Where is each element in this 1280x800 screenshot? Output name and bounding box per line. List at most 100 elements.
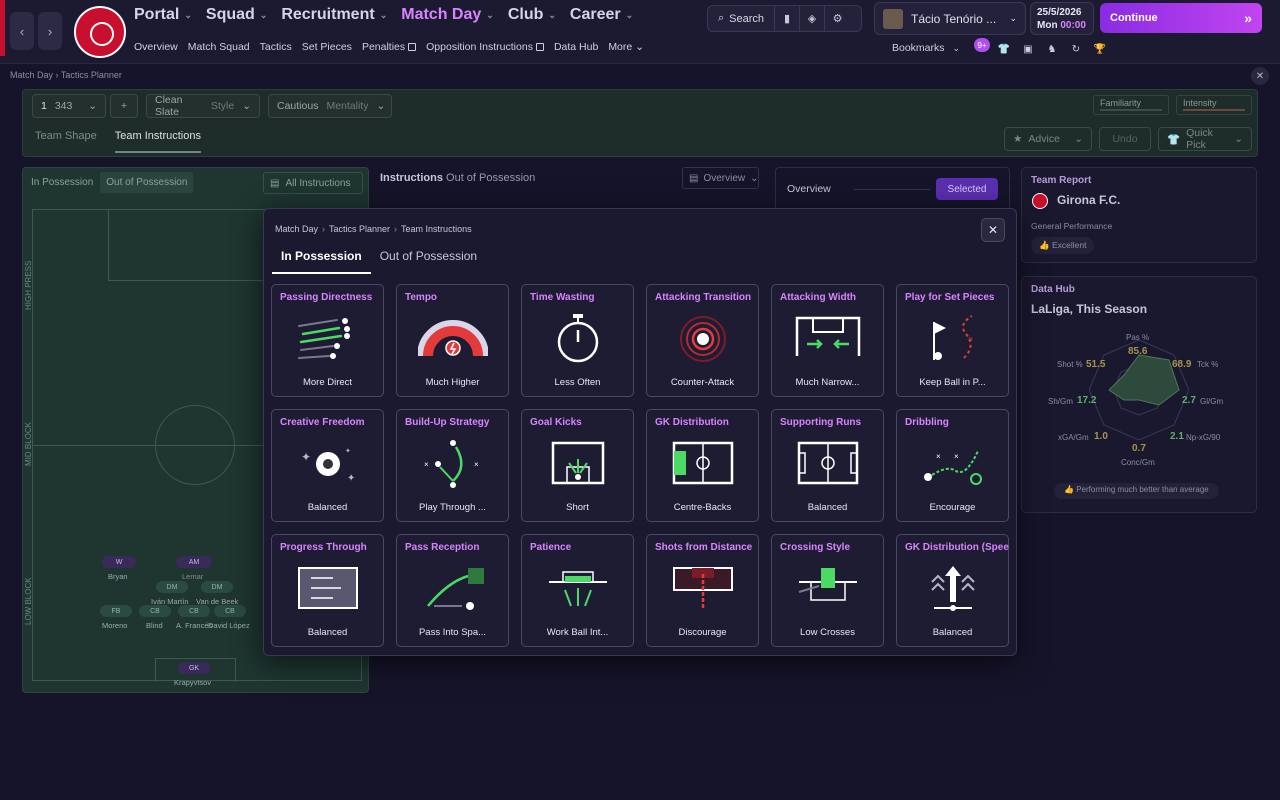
trophy-icon[interactable]: 🏆	[1091, 40, 1109, 58]
close-icon[interactable]: ✕	[1251, 67, 1269, 85]
all-instructions-button[interactable]: ▤ All Instructions	[263, 172, 363, 194]
subnav-data-hub[interactable]: Data Hub	[554, 41, 598, 53]
tab-team-shape[interactable]: Team Shape	[35, 130, 97, 153]
nav-match-day[interactable]: Match Day ⌄	[401, 6, 494, 24]
instruction-card[interactable]: Patience Work Ball Int...	[521, 534, 634, 647]
overview-select[interactable]: ▤ Overview ⌄	[682, 167, 759, 189]
instruction-card[interactable]: Build-Up Strategy × × Play Through ...	[396, 409, 509, 522]
player-position-badge[interactable]: W	[102, 556, 136, 568]
subnav-set-pieces[interactable]: Set Pieces	[302, 41, 352, 53]
subnav-tactics[interactable]: Tactics	[260, 41, 292, 53]
continue-button[interactable]: Continue »	[1100, 3, 1262, 33]
breadcrumb-tactics-planner[interactable]: Tactics Planner	[61, 70, 122, 80]
tab-in-possession[interactable]: In Possession	[28, 172, 96, 193]
stat-value: 2.1	[1170, 431, 1184, 442]
refresh-icon[interactable]: ↻	[1067, 40, 1085, 58]
instruction-card[interactable]: Creative Freedom ✦ ✦ ✦ Balanced	[271, 409, 384, 522]
instruction-card[interactable]: Attacking Transition Counter-Attack	[646, 284, 759, 397]
player-position-badge[interactable]: CB	[139, 605, 171, 617]
nav-club[interactable]: Club ⌄	[508, 6, 556, 24]
instruction-card[interactable]: Supporting Runs Balanced	[771, 409, 884, 522]
manager-profile-button[interactable]: Tácio Tenório ... ⌄	[874, 2, 1026, 35]
intensity-meter[interactable]: Intensity	[1176, 95, 1252, 115]
quick-pick-button[interactable]: 👕 Quick Pick ⌄	[1158, 127, 1252, 151]
player-position-badge[interactable]: CB	[214, 605, 246, 617]
selected-toggle[interactable]: Selected	[936, 178, 998, 200]
mentality-select[interactable]: Cautious Mentality ⌄	[268, 94, 392, 118]
shirt-icon[interactable]: 👕	[995, 40, 1013, 58]
modal-crumb-match-day[interactable]: Match Day	[275, 224, 318, 234]
search-button[interactable]: ⌕ Search	[708, 6, 776, 31]
tab-out-of-possession[interactable]: Out of Possession	[371, 249, 486, 274]
tactics-tabs: Team Shape Team Instructions	[35, 130, 201, 153]
external-link-icon	[408, 43, 417, 51]
instruction-card[interactable]: Time Wasting Less Often	[521, 284, 634, 397]
instruction-card[interactable]: Tempo Much Higher	[396, 284, 509, 397]
player-position-badge[interactable]: AM	[176, 556, 212, 568]
breadcrumb-match-day[interactable]: Match Day	[10, 70, 53, 80]
gear-icon[interactable]: ⚙	[825, 6, 850, 31]
nav-career[interactable]: Career ⌄	[570, 6, 633, 24]
instruction-card[interactable]: Progress Through Balanced	[271, 534, 384, 647]
stat-value: 17.2	[1077, 395, 1097, 406]
nav-recruitment[interactable]: Recruitment ⌄	[281, 6, 387, 24]
player-position-badge[interactable]: DM	[156, 581, 188, 593]
player-position-badge[interactable]: GK	[178, 662, 210, 674]
data-hub-footer: Performing much better than average	[1076, 485, 1209, 494]
forward-arrow-icon[interactable]: ›	[38, 12, 62, 50]
tab-out-of-possession[interactable]: Out of Possession	[100, 172, 194, 193]
instruction-card[interactable]: Crossing Style Low Crosses	[771, 534, 884, 647]
nav-portal[interactable]: Portal ⌄	[134, 6, 192, 24]
bookmarks-menu[interactable]: Bookmarks ⌄	[892, 42, 960, 54]
modal-crumb-tactics-planner[interactable]: Tactics Planner	[329, 224, 390, 234]
instruction-card-title: Goal Kicks	[530, 417, 582, 428]
subnav-overview[interactable]: Overview	[134, 41, 178, 53]
instruction-card[interactable]: Shots from Distance Discourage	[646, 534, 759, 647]
instruction-card-title: Build-Up Strategy	[405, 417, 490, 428]
instruction-card-title: Time Wasting	[530, 292, 595, 303]
tab-team-instructions[interactable]: Team Instructions	[114, 130, 201, 153]
subnav-more[interactable]: More ⌄	[608, 41, 644, 53]
style-select[interactable]: Clean Slate Style ⌄	[146, 94, 260, 118]
instruction-card[interactable]: Play for Set Pieces × Keep Ball in P...	[896, 284, 1009, 397]
player-position-badge[interactable]: FB	[100, 605, 132, 617]
mentality-label: Mentality	[326, 100, 369, 112]
staff-icon[interactable]: ♞	[1043, 40, 1061, 58]
instruction-card[interactable]: GK Distribution Centre-Backs	[646, 409, 759, 522]
add-tactic-button[interactable]: +	[110, 94, 138, 118]
instructions-sublabel: Out of Possession	[446, 172, 536, 184]
advice-button[interactable]: ★ Advice ⌄	[1004, 127, 1092, 151]
formation-select[interactable]: 1 343 ⌄	[32, 94, 106, 118]
club-crest-logo[interactable]	[74, 6, 126, 58]
data-hub-subtitle: LaLiga, This Season	[1031, 302, 1148, 316]
instruction-card-value: Short	[566, 502, 589, 513]
data-hub-panel: Data Hub LaLiga, This Season Pas % 85.6 …	[1021, 276, 1257, 513]
undo-button[interactable]: Undo	[1099, 127, 1151, 151]
subnav-opposition-instructions[interactable]: Opposition Instructions	[426, 41, 544, 53]
clipboard-icon[interactable]: ▣	[1019, 40, 1037, 58]
subnav-match-squad[interactable]: Match Squad	[188, 41, 250, 53]
instruction-card[interactable]: Passing Directness More Direct	[271, 284, 384, 397]
shield-icon[interactable]: ◈	[800, 6, 826, 31]
nav-squad[interactable]: Squad ⌄	[206, 6, 267, 24]
instruction-card[interactable]: Goal Kicks Short	[521, 409, 634, 522]
player-position-badge[interactable]: DM	[201, 581, 233, 593]
club-name[interactable]: Girona F.C.	[1057, 193, 1120, 207]
list-icon: ▤	[270, 177, 280, 189]
modal-close-icon[interactable]: ✕	[981, 218, 1005, 242]
stat-label: xGA/Gm	[1058, 433, 1089, 442]
chevron-down-icon: ⌄	[625, 9, 634, 20]
player-position-badge[interactable]: CB	[178, 605, 210, 617]
instruction-card[interactable]: Dribbling × × Encourage	[896, 409, 1009, 522]
instruction-card[interactable]: Pass Reception Pass Into Spa...	[396, 534, 509, 647]
bookmarks-label: Bookmarks	[892, 42, 945, 54]
bookmark-icon[interactable]: ▮	[775, 6, 801, 31]
instruction-card-title: Patience	[530, 542, 572, 553]
instruction-card-title: Attacking Width	[780, 292, 857, 303]
tab-in-possession[interactable]: In Possession	[272, 249, 371, 274]
familiarity-meter[interactable]: Familiarity	[1093, 95, 1169, 115]
back-arrow-icon[interactable]: ‹	[10, 12, 34, 50]
instruction-card[interactable]: GK Distribution (Speed Balanced	[896, 534, 1009, 647]
instruction-card[interactable]: Attacking Width Much Narrow...	[771, 284, 884, 397]
subnav-penalties[interactable]: Penalties	[362, 41, 417, 53]
